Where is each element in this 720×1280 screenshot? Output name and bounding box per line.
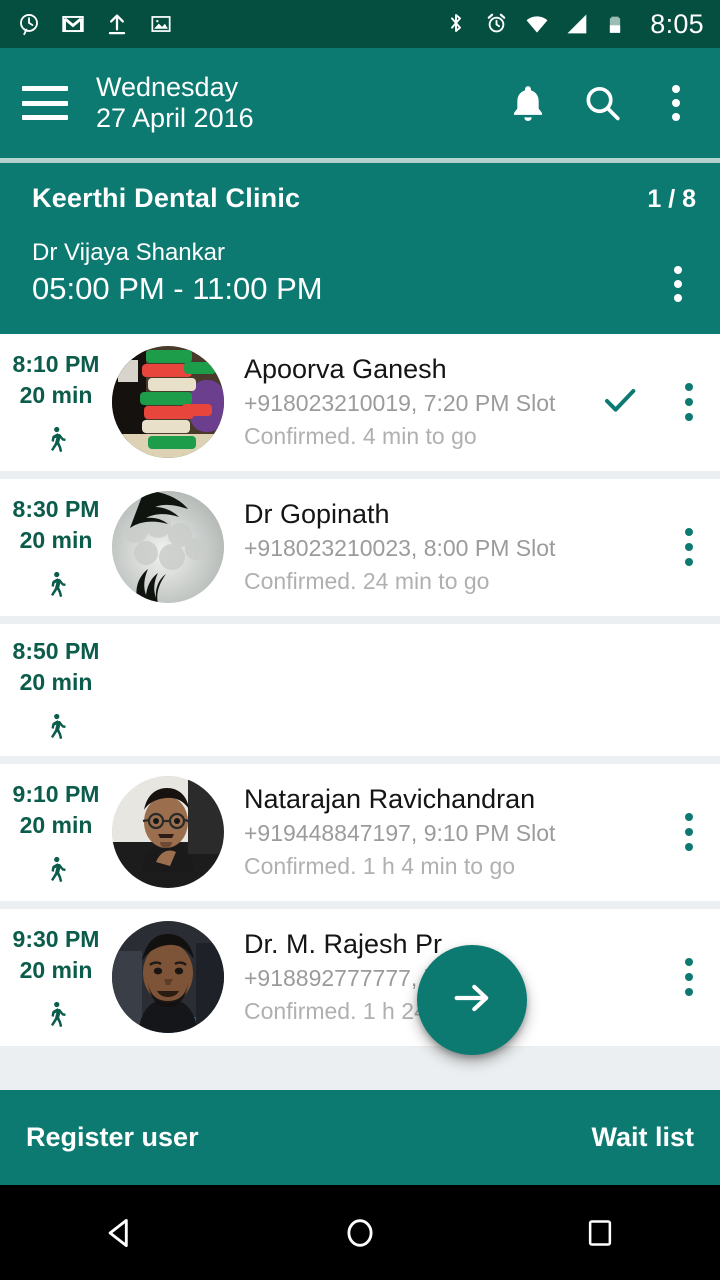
patient-name: Dr Gopinath <box>244 499 390 530</box>
patient-phone-slot: +918023210019, 7:20 PM Slot <box>244 390 556 417</box>
status-bar-left-icons <box>16 11 174 37</box>
bluetooth-icon <box>444 11 470 37</box>
appointment-overflow-menu-icon[interactable] <box>658 813 720 852</box>
patient-name: Apoorva Ganesh <box>244 354 447 385</box>
walking-person-icon <box>41 856 71 889</box>
appointment-slot[interactable]: 8:10 PM 20 min Apoorva Ganesh +918023210019… <box>0 333 720 471</box>
avatar[interactable] <box>112 921 224 1034</box>
clinic-doctor-block: Dr Vijaya Shankar 05:00 PM - 11:00 PM <box>32 238 323 308</box>
slot-start-time: 8:10 PM <box>12 350 100 377</box>
appointment-status: Confirmed. 24 min to go <box>244 567 490 594</box>
walking-person-icon <box>41 1001 71 1034</box>
wifi-icon <box>524 11 550 37</box>
arrow-right-icon <box>449 975 495 1026</box>
status-bar: 8:05 <box>0 0 720 48</box>
appointment-slot[interactable]: 9:30 PM 20 min Dr. M. Rajesh Pr +9188927777… <box>0 908 720 1046</box>
walking-person-icon <box>41 426 71 459</box>
walking-person-icon <box>41 571 71 604</box>
confirmed-indicator <box>582 380 658 425</box>
bottom-action-bar: Register user Wait list <box>0 1090 720 1185</box>
alarm-icon <box>484 11 510 37</box>
clinic-overflow-menu-icon[interactable] <box>660 265 696 308</box>
clinic-header-card[interactable]: Keerthi Dental Clinic 1 / 8 Dr Vijaya Sh… <box>0 163 720 334</box>
slot-start-time: 8:30 PM <box>12 495 100 522</box>
app-root: 8:05 Wednesday 27 April 2016 Keerthi Den… <box>0 0 720 1280</box>
status-bar-clock: 8:05 <box>650 8 704 39</box>
slot-time-block: 8:30 PM 20 min <box>0 490 112 605</box>
clinic-header-bottom-row: Dr Vijaya Shankar 05:00 PM - 11:00 PM <box>32 238 696 308</box>
slot-start-time: 8:50 PM <box>12 638 100 665</box>
slot-time-block: 8:10 PM 20 min <box>0 345 112 460</box>
search-icon[interactable] <box>576 77 628 129</box>
avatar[interactable] <box>112 491 224 604</box>
clinic-appointment-count: 1 / 8 <box>647 185 696 213</box>
slot-time-block: 8:50 PM 20 min <box>0 632 112 747</box>
patient-phone-slot: +918023210023, 8:00 PM Slot <box>244 535 556 562</box>
clinic-doctor-name: Dr Vijaya Shankar <box>32 239 225 266</box>
screenshot-image-icon <box>148 11 174 37</box>
notifications-bell-icon[interactable] <box>502 77 554 129</box>
appointment-overflow-menu-icon[interactable] <box>658 958 720 997</box>
clinic-header-top-row: Keerthi Dental Clinic 1 / 8 <box>32 183 696 214</box>
patient-phone-slot: +919448847197, 9:10 PM Slot <box>244 820 556 847</box>
overflow-menu-icon[interactable] <box>650 77 702 129</box>
patient-name: Natarajan Ravichandran <box>244 784 536 815</box>
walking-person-icon <box>41 714 71 746</box>
avatar[interactable] <box>112 776 224 889</box>
toolbar-date-label: 27 April 2016 <box>96 103 254 133</box>
clinic-name: Keerthi Dental Clinic <box>32 183 301 213</box>
app-toolbar: Wednesday 27 April 2016 <box>0 48 720 158</box>
next-fab-button[interactable] <box>417 945 527 1055</box>
gmail-icon <box>60 11 86 37</box>
appointment-slot-empty[interactable]: 8:50 PM 20 min <box>0 623 720 756</box>
appointment-details: Natarajan Ravichandran +919448847197, 9:1… <box>224 782 582 882</box>
appointment-list: 8:10 PM 20 min Apoorva Ganesh +918023210019… <box>0 333 720 1046</box>
toolbar-day-label: Wednesday <box>96 71 239 102</box>
slot-time-block: 9:10 PM 20 min <box>0 775 112 890</box>
appointment-status: Confirmed. 1 h 4 min to go <box>244 852 516 879</box>
home-circle-icon[interactable] <box>305 1185 415 1280</box>
slot-duration: 20 min <box>19 956 93 983</box>
avatar[interactable] <box>112 346 224 459</box>
recents-square-icon[interactable] <box>545 1185 655 1280</box>
toolbar-title-block: Wednesday 27 April 2016 <box>96 72 254 135</box>
confirmed-check-icon <box>600 380 640 425</box>
slot-duration: 20 min <box>19 381 93 408</box>
battery-icon <box>604 11 630 37</box>
appointment-slot[interactable]: 8:30 PM 20 min Dr Gopinath +918023210023, 8… <box>0 478 720 616</box>
appointment-status: Confirmed. 4 min to go <box>244 422 477 449</box>
cell-signal-icon <box>564 11 590 37</box>
back-triangle-icon[interactable] <box>65 1185 175 1280</box>
upload-icon <box>104 11 130 37</box>
appointment-overflow-menu-icon[interactable] <box>658 383 720 422</box>
slot-duration: 20 min <box>19 811 93 838</box>
appointment-details: Apoorva Ganesh +918023210019, 7:20 PM Slo… <box>224 352 582 452</box>
patient-name: Dr. M. Rajesh Pr <box>244 929 443 960</box>
slot-duration: 20 min <box>19 669 93 696</box>
wait-list-button[interactable]: Wait list <box>591 1122 694 1153</box>
clinic-session-hours: 05:00 PM - 11:00 PM <box>32 271 323 306</box>
slot-time-block: 9:30 PM 20 min <box>0 920 112 1035</box>
android-navigation-bar <box>0 1185 720 1280</box>
register-user-button[interactable]: Register user <box>26 1122 199 1153</box>
toolbar-actions <box>502 77 702 129</box>
appointment-overflow-menu-icon[interactable] <box>658 528 720 567</box>
slot-duration: 20 min <box>19 526 93 553</box>
appointment-details: Dr Gopinath +918023210023, 8:00 PM Slot Co… <box>224 497 582 597</box>
slot-start-time: 9:30 PM <box>12 925 100 952</box>
hamburger-menu-icon[interactable] <box>22 86 68 120</box>
appointment-details: Dr. M. Rajesh Pr +918892777777, lot Confir… <box>224 927 582 1027</box>
slot-start-time: 9:10 PM <box>12 780 100 807</box>
clock-history-icon <box>16 11 42 37</box>
appointment-slot[interactable]: 9:10 PM 20 min Natarajan Ravichandran +9194… <box>0 763 720 901</box>
status-bar-right-icons: 8:05 <box>444 9 704 40</box>
